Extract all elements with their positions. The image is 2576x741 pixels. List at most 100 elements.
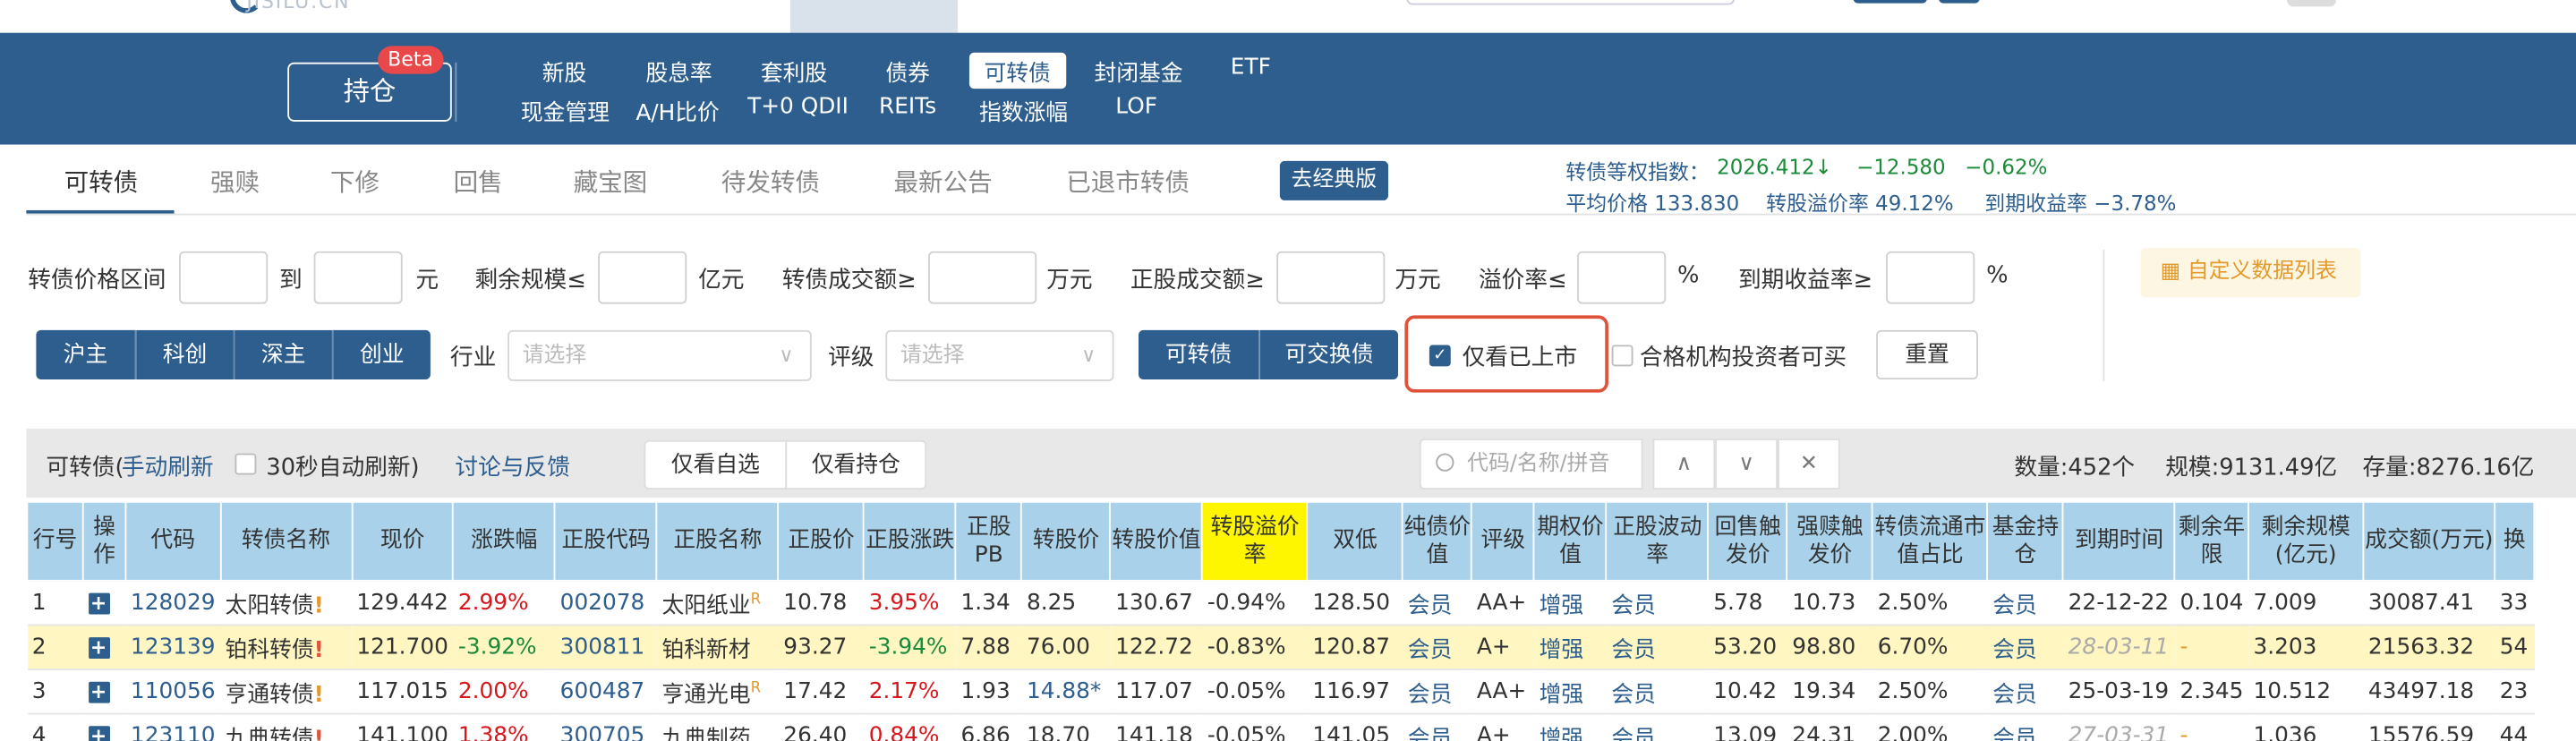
user-menu[interactable] — [2287, 0, 2337, 7]
bond-name-cell[interactable]: 九典转债! — [220, 713, 352, 741]
market-sh-main[interactable]: 沪主 — [36, 329, 137, 380]
industry-select[interactable]: 请选择 ∨ — [508, 329, 812, 381]
subtab-putback[interactable]: 回售 — [454, 165, 503, 200]
option-value-link[interactable]: 增强 — [1534, 625, 1607, 670]
market-sz-main[interactable]: 深主 — [235, 329, 334, 380]
price-min-input[interactable] — [179, 251, 269, 304]
logo-text[interactable]: JISILU.CN — [246, 0, 350, 13]
col-years-left[interactable]: 剩余年限 — [2174, 500, 2249, 582]
nav-item-etf[interactable]: ETF — [1231, 55, 1271, 81]
register-button[interactable] — [1938, 0, 1980, 4]
fund-holding-link[interactable]: 会员 — [1987, 669, 2064, 715]
bond-code-link[interactable]: 123139 — [125, 625, 221, 670]
col-call-trigger[interactable]: 强赎触发价 — [1786, 500, 1874, 582]
col-bond-value[interactable]: 纯债价值 — [1402, 500, 1473, 582]
col-double-low[interactable]: 双低 — [1306, 500, 1404, 582]
bond-code-link[interactable]: 128029 — [125, 580, 221, 626]
stock-code-link[interactable]: 300811 — [555, 625, 657, 670]
col-float-ratio[interactable]: 转债流通市值占比 — [1872, 500, 1989, 582]
manual-refresh-link[interactable]: 手动刷新 — [122, 450, 214, 483]
nav-item-convertible[interactable]: 可转债 — [968, 52, 1066, 89]
market-chinext[interactable]: 创业 — [333, 329, 431, 380]
col-turnover-rate[interactable]: 换 — [2494, 500, 2536, 582]
nav-item-dividend[interactable]: 股息率 — [645, 55, 712, 87]
type-exchangeable[interactable]: 可交换债 — [1259, 329, 1399, 380]
stock-name[interactable]: 太阳纸业 — [661, 593, 750, 619]
col-stock-name[interactable]: 正股名称 — [656, 500, 780, 582]
option-value-link[interactable]: 增强 — [1534, 669, 1607, 715]
col-conv-value[interactable]: 转股价值 — [1109, 500, 1204, 582]
add-watch-button[interactable]: + — [82, 580, 126, 626]
stock-name-cell[interactable]: 九典制药 — [656, 713, 779, 741]
auto-refresh-checkbox[interactable] — [235, 453, 257, 475]
col-stock-price[interactable]: 正股价 — [777, 500, 866, 582]
subtab-pending[interactable]: 待发转债 — [721, 165, 820, 200]
table-row[interactable]: 1 + 128029 太阳转债! 129.442 2.99% 002078 太阳… — [27, 580, 2535, 626]
premium-input[interactable] — [1577, 251, 1667, 304]
col-change[interactable]: 涨跌幅 — [452, 500, 557, 582]
next-match-button[interactable]: ∨ — [1715, 439, 1778, 490]
volatility-link[interactable]: 会员 — [1606, 669, 1709, 715]
col-row-no[interactable]: 行号 — [26, 500, 84, 582]
nav-item-closed-fund[interactable]: 封闭基金 — [1094, 55, 1182, 87]
qualified-only-label[interactable]: 合格机构投资者可买 — [1640, 340, 1847, 373]
type-convertible[interactable]: 可转债 — [1139, 329, 1260, 380]
subtab-treasure-map[interactable]: 藏宝图 — [574, 165, 648, 200]
bond-value-link[interactable]: 会员 — [1403, 713, 1472, 741]
nav-item-reits[interactable]: REITs — [879, 94, 936, 120]
add-watch-button[interactable]: + — [82, 669, 126, 715]
col-volatility[interactable]: 正股波动率 — [1605, 500, 1710, 582]
stock-code-link[interactable]: 600487 — [555, 669, 657, 715]
table-row[interactable]: 3 + 110056 亨通转债! 117.015 2.00% 600487 亨通… — [27, 669, 2535, 715]
subtab-revision[interactable]: 下修 — [330, 165, 380, 200]
feedback-link[interactable]: 讨论与反馈 — [455, 450, 569, 483]
qualified-only-checkbox[interactable] — [1611, 345, 1633, 367]
notice-icon[interactable]: ! — [314, 593, 324, 619]
stock-code-link[interactable]: 002078 — [555, 580, 657, 626]
rating-select[interactable]: 请选择 ∨ — [885, 329, 1114, 381]
col-maturity[interactable]: 到期时间 — [2062, 500, 2176, 582]
bond-name[interactable]: 太阳转债 — [226, 593, 314, 619]
bond-code-link[interactable]: 123110 — [125, 713, 221, 741]
table-row[interactable]: 4 + 123110 九典转债! 141.100 1.38% 300705 九典… — [27, 713, 2535, 741]
auto-refresh-label[interactable]: 30秒自动刷新) — [266, 450, 419, 483]
stock-volume-input[interactable] — [1276, 251, 1386, 304]
col-stock-pb[interactable]: 正股PB — [955, 500, 1023, 582]
subtab-announcements[interactable]: 最新公告 — [894, 165, 993, 200]
listed-only-checkbox[interactable]: ✓ — [1429, 345, 1451, 367]
bond-value-link[interactable]: 会员 — [1403, 669, 1472, 715]
watch-only-button[interactable]: 仅看自选 — [644, 439, 788, 490]
fund-holding-link[interactable]: 会员 — [1987, 625, 2064, 670]
bond-name[interactable]: 九典转债 — [226, 726, 314, 741]
nav-item-new-shares[interactable]: 新股 — [542, 55, 587, 87]
market-star[interactable]: 科创 — [136, 329, 235, 380]
bond-value-link[interactable]: 会员 — [1403, 580, 1472, 626]
nav-item-lof[interactable]: LOF — [1115, 94, 1157, 120]
prev-match-button[interactable]: ∧ — [1652, 439, 1716, 490]
option-value-link[interactable]: 增强 — [1534, 713, 1607, 741]
bond-name[interactable]: 亨通转债 — [226, 682, 314, 708]
col-rating[interactable]: 评级 — [1471, 500, 1536, 582]
col-option-value[interactable]: 期权价值 — [1533, 500, 1608, 582]
volatility-link[interactable]: 会员 — [1606, 713, 1709, 741]
col-bond-name[interactable]: 转债名称 — [219, 500, 353, 582]
option-value-link[interactable]: 增强 — [1534, 580, 1607, 626]
stock-name[interactable]: 九典制药 — [661, 726, 750, 741]
nav-item-ah[interactable]: A/H比价 — [635, 94, 719, 126]
bond-code-link[interactable]: 110056 — [125, 669, 221, 715]
nav-item-index[interactable]: 指数涨幅 — [979, 94, 1068, 126]
conv-price-cell[interactable]: 14.88* — [1021, 669, 1111, 715]
listed-only-label[interactable]: 仅看已上市 — [1463, 340, 1577, 373]
bond-value-link[interactable]: 会员 — [1403, 625, 1472, 670]
bond-name[interactable]: 铂科转债 — [226, 637, 314, 663]
stock-name[interactable]: 铂科新材 — [661, 637, 750, 663]
subtab-forced-redeem[interactable]: 强赎 — [210, 165, 260, 200]
notice-icon[interactable]: ! — [314, 637, 324, 663]
ytm-input[interactable] — [1886, 251, 1975, 304]
table-search-input[interactable]: 代码/名称/拼音 — [1419, 439, 1643, 490]
hold-only-button[interactable]: 仅看持仓 — [785, 439, 927, 490]
reset-button[interactable]: 重置 — [1876, 329, 1978, 380]
remaining-size-input[interactable] — [598, 251, 687, 304]
volatility-link[interactable]: 会员 — [1606, 625, 1709, 670]
col-remaining-size[interactable]: 剩余规模(亿元) — [2248, 500, 2365, 582]
